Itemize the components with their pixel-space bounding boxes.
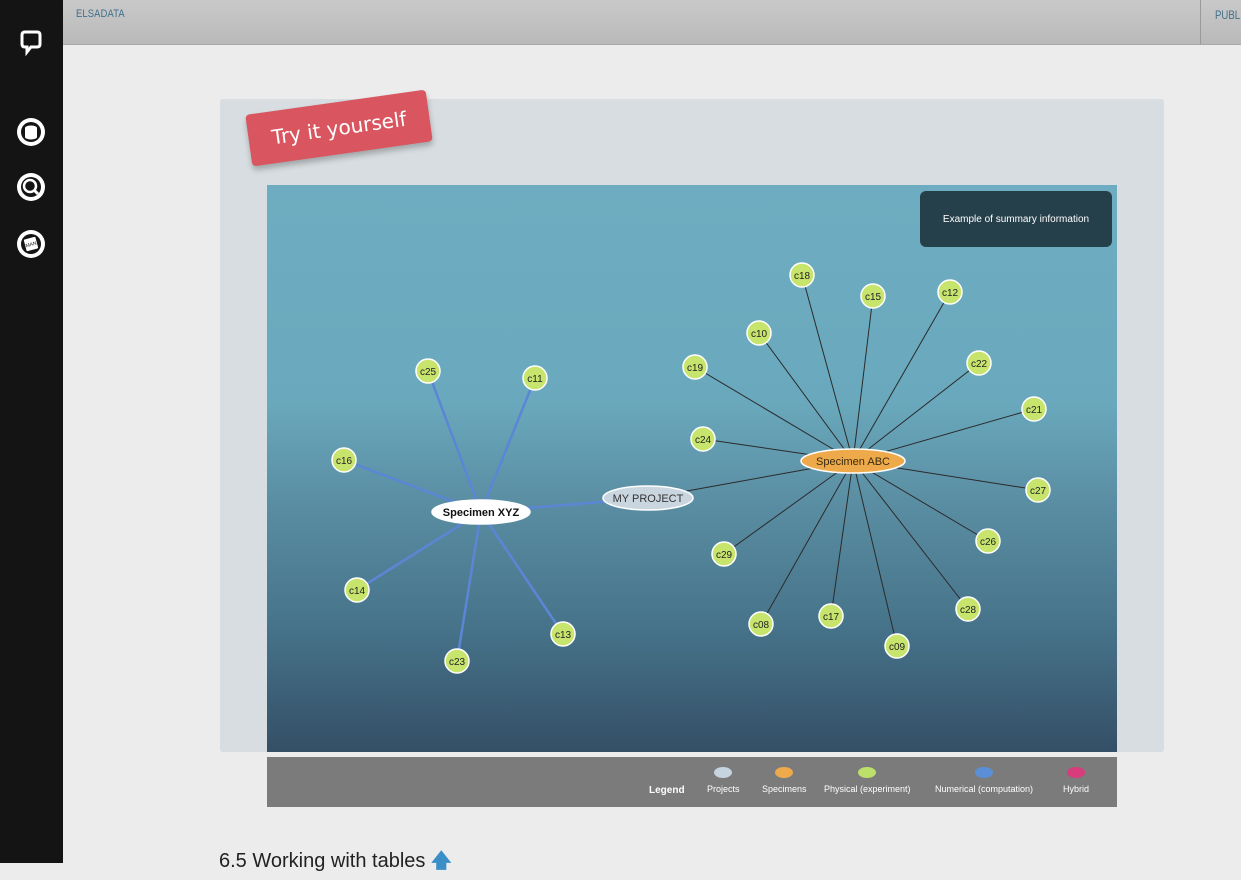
edge-abc-c18 xyxy=(801,274,854,462)
edge-xyz-c25 xyxy=(426,370,483,513)
section-heading: 6.5 Working with tables 🡅 xyxy=(219,846,452,880)
node-c08[interactable]: c08 xyxy=(748,611,774,637)
node-c29[interactable]: c29 xyxy=(711,541,737,567)
node-c22-label: c22 xyxy=(971,359,988,370)
sidebar: MAN xyxy=(0,0,63,863)
node-c24-label: c24 xyxy=(695,435,712,446)
node-my-project[interactable]: MY PROJECT xyxy=(602,485,694,511)
summary-box: Example of summary information xyxy=(920,191,1112,247)
legend-title: Legend xyxy=(649,785,685,796)
node-specimen-xyz-label: Specimen XYZ xyxy=(443,507,520,519)
edge-xyz-c11 xyxy=(479,377,537,513)
node-c16[interactable]: c16 xyxy=(331,447,357,473)
node-c22[interactable]: c22 xyxy=(966,350,992,376)
edge-abc-c26 xyxy=(852,460,989,542)
node-specimen-abc-label: Specimen ABC xyxy=(816,456,890,468)
node-c28[interactable]: c28 xyxy=(955,596,981,622)
node-c24[interactable]: c24 xyxy=(690,426,716,452)
node-c27-label: c27 xyxy=(1030,486,1047,497)
node-c11[interactable]: c11 xyxy=(522,365,548,391)
node-c25[interactable]: c25 xyxy=(415,358,441,384)
edge-xyz-c23 xyxy=(455,511,483,662)
topbar-divider xyxy=(1200,0,1201,44)
legend-dot-numerical xyxy=(975,767,994,778)
legend-label-physical: Physical (experiment) xyxy=(824,784,911,794)
edge-abc-c29 xyxy=(723,460,854,555)
legend-label-hybrid: Hybrid xyxy=(1063,784,1090,794)
legend-label-specimens: Specimens xyxy=(762,784,807,794)
edge-abc-c22 xyxy=(852,362,980,462)
node-c17-label: c17 xyxy=(823,612,840,623)
node-c09-label: c09 xyxy=(889,642,906,653)
node-c09[interactable]: c09 xyxy=(884,633,910,659)
node-c18-label: c18 xyxy=(794,271,811,282)
graph-svg[interactable]: MY PROJECT Specimen XYZ Specimen ABC c25 c11… xyxy=(267,185,1117,752)
node-c15-label: c15 xyxy=(865,292,882,303)
node-c11-label: c11 xyxy=(527,374,543,385)
legend-item-specimens: Specimens xyxy=(762,767,807,794)
edge-xyz-c13 xyxy=(479,511,565,635)
graph-canvas[interactable]: MY PROJECT Specimen XYZ Specimen ABC c25 c11… xyxy=(267,185,1117,752)
node-c28-label: c28 xyxy=(960,605,977,616)
try-badge-text: Try it yourself xyxy=(270,106,408,150)
edge-abc-c10 xyxy=(758,332,854,462)
legend-item-hybrid: Hybrid xyxy=(1063,767,1089,794)
edge-abc-c08 xyxy=(760,460,854,625)
node-specimen-abc[interactable]: Specimen ABC xyxy=(800,448,906,474)
search-icon[interactable] xyxy=(17,173,45,201)
legend-dot-physical xyxy=(858,767,877,778)
node-specimen-xyz[interactable]: Specimen XYZ xyxy=(431,499,531,525)
node-c19-label: c19 xyxy=(687,363,704,374)
node-c17[interactable]: c17 xyxy=(818,603,844,629)
node-c14[interactable]: c14 xyxy=(344,577,370,603)
summary-text: Example of summary information xyxy=(942,213,1090,225)
node-c23[interactable]: c23 xyxy=(444,648,470,674)
node-c21-label: c21 xyxy=(1026,405,1043,416)
legend-bar: Legend Projects Specimens Physical (expe… xyxy=(267,757,1117,807)
legend-label-numerical: Numerical (computation) xyxy=(935,784,1034,794)
legend-item-numerical: Numerical (computation) xyxy=(935,767,1033,794)
legend-dot-projects xyxy=(714,767,733,778)
legend-dot-hybrid xyxy=(1067,767,1085,778)
back-to-top-icon[interactable]: 🡅 xyxy=(431,850,452,872)
node-c12[interactable]: c12 xyxy=(937,279,963,305)
node-c08-label: c08 xyxy=(753,620,770,631)
node-c29-label: c29 xyxy=(716,550,733,561)
node-c14-label: c14 xyxy=(349,586,366,597)
node-c26[interactable]: c26 xyxy=(975,528,1001,554)
node-c10[interactable]: c10 xyxy=(746,320,772,346)
node-c27[interactable]: c27 xyxy=(1025,477,1051,503)
node-c26-label: c26 xyxy=(980,537,997,548)
manual-icon[interactable]: MAN xyxy=(17,230,45,258)
node-c21[interactable]: c21 xyxy=(1021,396,1047,422)
edge-abc-c15 xyxy=(852,295,874,462)
node-c13-label: c13 xyxy=(555,630,572,641)
legend-label-projects: Projects xyxy=(707,784,740,794)
node-c18[interactable]: c18 xyxy=(789,262,815,288)
node-c15[interactable]: c15 xyxy=(860,283,886,309)
node-c10-label: c10 xyxy=(751,329,768,340)
brand-link[interactable]: ELSADATA xyxy=(76,8,125,20)
node-c19[interactable]: c19 xyxy=(682,354,708,380)
nodes-layer: MY PROJECT Specimen XYZ Specimen ABC c25 c11… xyxy=(331,262,1051,674)
legend-dot-specimens xyxy=(775,767,794,778)
section-heading-text: 6.5 Working with tables xyxy=(219,850,426,872)
top-bar: ELSADATA PUBL xyxy=(63,0,1241,45)
node-c13[interactable]: c13 xyxy=(550,621,576,647)
edge-abc-c19 xyxy=(694,366,854,462)
node-c12-label: c12 xyxy=(942,288,959,299)
database-icon[interactable] xyxy=(17,118,45,146)
node-c23-label: c23 xyxy=(449,657,466,668)
chat-logo-icon[interactable] xyxy=(17,28,45,56)
legend-item-physical: Physical (experiment) xyxy=(824,767,911,794)
legend-item-projects: Projects xyxy=(707,767,740,794)
node-my-project-label: MY PROJECT xyxy=(613,493,684,505)
topbar-right-link[interactable]: PUBL xyxy=(1215,8,1240,22)
edges-layer xyxy=(343,274,1039,662)
node-c25-label: c25 xyxy=(420,367,437,378)
node-c16-label: c16 xyxy=(336,456,353,467)
edge-abc-c17 xyxy=(830,460,854,617)
edge-abc-c12 xyxy=(852,291,951,462)
